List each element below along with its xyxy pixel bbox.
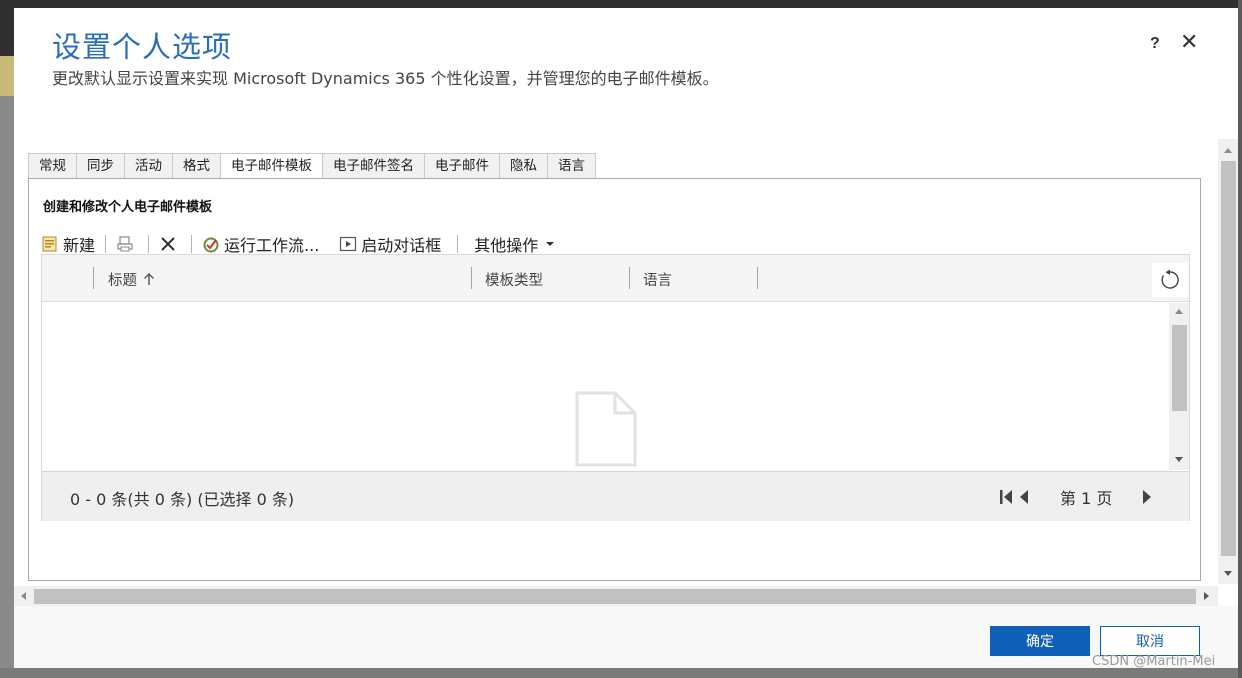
more-actions-button[interactable]: 其他操作	[468, 232, 560, 256]
toolbar-separator	[457, 235, 459, 253]
column-separator	[757, 267, 758, 289]
scrollbar-thumb[interactable]	[34, 589, 1196, 604]
column-separator	[471, 267, 472, 289]
background-page	[0, 96, 14, 678]
scrollbar-thumb[interactable]	[1221, 161, 1236, 556]
delete-button[interactable]	[153, 232, 187, 256]
tab-email-signatures[interactable]: 电子邮件签名	[322, 153, 424, 178]
column-separator	[629, 267, 630, 289]
dialog-vertical-scrollbar[interactable]	[1218, 139, 1238, 584]
cancel-button[interactable]: 取消	[1100, 626, 1200, 656]
grid-footer: 0 - 0 条(共 0 条) (已选择 0 条) 第 1 页	[42, 471, 1189, 521]
tab-formats[interactable]: 格式	[172, 153, 220, 178]
start-dialog-label: 启动对话框	[361, 236, 442, 255]
start-dialog-icon	[339, 235, 357, 253]
section-title: 创建和修改个人电子邮件模板	[43, 200, 213, 215]
grid-header: 标题 模板类型 语言	[42, 255, 1189, 302]
next-page-button[interactable]	[1140, 487, 1154, 507]
tab-strip: 常规 同步 活动 格式 电子邮件模板 电子邮件签名 电子邮件 隐私 语言	[28, 153, 596, 179]
column-header-template-type[interactable]: 模板类型	[485, 268, 543, 290]
scroll-right-arrow-icon[interactable]	[1204, 592, 1209, 600]
ok-button[interactable]: 确定	[990, 626, 1090, 656]
scroll-down-arrow-icon[interactable]	[1175, 457, 1183, 462]
column-header-title[interactable]: 标题	[108, 268, 155, 290]
dialog-footer: 确定 取消 CSDN @Martin-Mei	[14, 606, 1238, 669]
delete-icon	[159, 235, 177, 253]
more-actions-label: 其他操作	[474, 236, 539, 255]
dialog-title: 设置个人选项	[52, 30, 233, 64]
run-workflow-button[interactable]: 运行工作流...	[196, 232, 325, 256]
tab-email-templates[interactable]: 电子邮件模板	[220, 153, 322, 179]
scroll-up-arrow-icon[interactable]	[1175, 309, 1183, 314]
scroll-left-arrow-icon[interactable]	[21, 592, 26, 600]
refresh-icon	[1159, 269, 1181, 291]
tab-general[interactable]: 常规	[28, 153, 76, 178]
run-workflow-label: 运行工作流...	[224, 236, 320, 255]
dialog-subtitle: 更改默认显示设置来实现 Microsoft Dynamics 365 个性化设置…	[52, 69, 719, 88]
email-templates-panel: 创建和修改个人电子邮件模板 新建 运行工作流... 启动对话框 其他操作 标题 …	[28, 178, 1201, 581]
personal-options-dialog: 设置个人选项 更改默认显示设置来实现 Microsoft Dynamics 36…	[14, 8, 1238, 669]
column-header-language[interactable]: 语言	[643, 268, 672, 290]
scroll-down-arrow-icon[interactable]	[1224, 571, 1232, 576]
next-page-icon	[1140, 487, 1154, 507]
sort-ascending-icon	[143, 272, 155, 286]
toolbar-separator	[105, 235, 107, 253]
tab-privacy[interactable]: 隐私	[499, 153, 547, 178]
print-icon	[116, 235, 134, 253]
grid-vertical-scrollbar[interactable]	[1169, 303, 1189, 470]
column-header-title-label: 标题	[108, 272, 137, 289]
print-button[interactable]	[110, 232, 144, 256]
first-page-button[interactable]	[998, 487, 1032, 507]
dialog-horizontal-scrollbar[interactable]	[14, 586, 1218, 606]
empty-document-icon	[575, 391, 637, 472]
chevron-down-icon	[546, 242, 555, 246]
email-templates-grid: 标题 模板类型 语言 0 - 0 条(共 0 条) (已选择 0 条) 第 1 …	[41, 254, 1190, 521]
close-button[interactable]: ✕	[1180, 30, 1198, 54]
pager: 第 1 页	[998, 484, 1154, 510]
watermark: CSDN @Martin-Mei	[1092, 654, 1216, 669]
help-button[interactable]: ?	[1150, 35, 1160, 53]
tab-email[interactable]: 电子邮件	[424, 153, 499, 178]
tab-languages[interactable]: 语言	[547, 153, 596, 178]
tab-activities[interactable]: 活动	[124, 153, 172, 178]
tab-synchronization[interactable]: 同步	[76, 153, 124, 178]
toolbar-separator	[191, 235, 193, 253]
first-page-icon	[998, 487, 1032, 507]
background-notification-strip	[0, 56, 14, 96]
column-separator	[93, 267, 94, 289]
page-label: 第 1 页	[1060, 489, 1113, 508]
toolbar-separator	[148, 235, 150, 253]
workflow-icon	[202, 235, 220, 253]
new-button[interactable]: 新建	[35, 232, 101, 256]
background-bottom-strip	[0, 668, 1242, 678]
new-button-label: 新建	[63, 236, 96, 255]
refresh-button[interactable]	[1152, 263, 1188, 297]
background-right-strip	[1238, 0, 1242, 678]
grid-body	[42, 303, 1189, 470]
start-dialog-button[interactable]: 启动对话框	[333, 232, 447, 256]
scroll-up-arrow-icon[interactable]	[1224, 148, 1232, 153]
record-count: 0 - 0 条(共 0 条) (已选择 0 条)	[70, 490, 295, 509]
new-record-icon	[41, 235, 59, 253]
scrollbar-thumb[interactable]	[1172, 325, 1187, 411]
